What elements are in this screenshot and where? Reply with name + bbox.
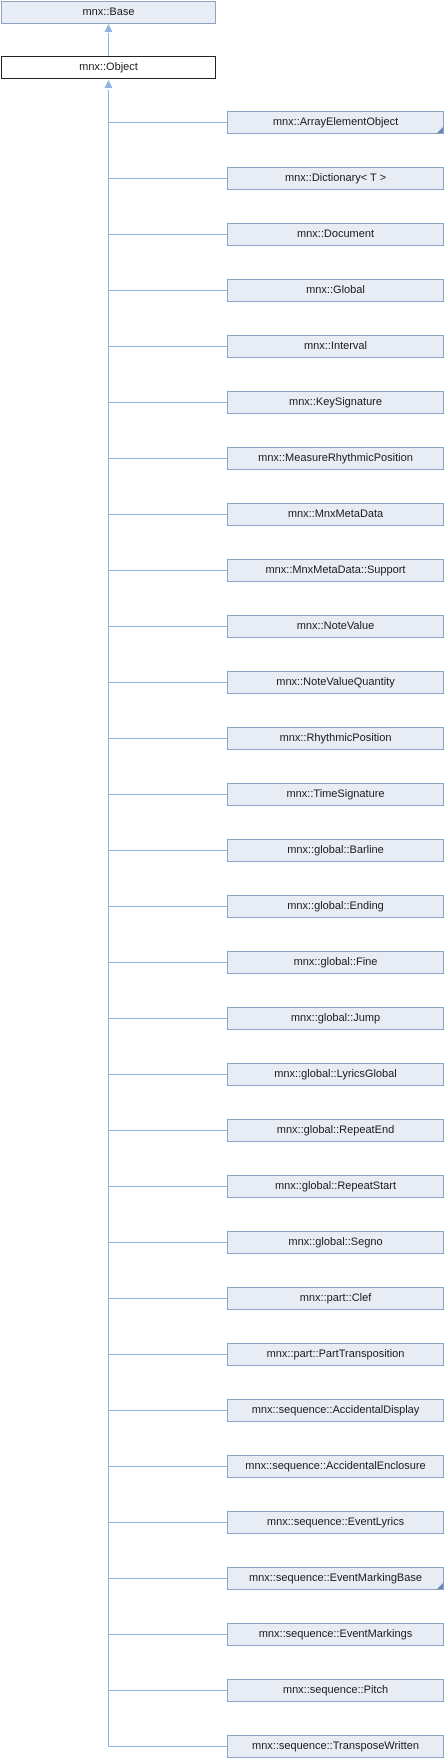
derived-class-label: mnx::global::RepeatEnd — [276, 1124, 395, 1136]
derived-class-node[interactable]: mnx::sequence::AccidentalEnclosure — [227, 1455, 444, 1478]
derived-class-node[interactable]: mnx::NoteValueQuantity — [227, 671, 444, 694]
derived-class-node[interactable]: mnx::global::Barline — [227, 839, 444, 862]
derived-class-node[interactable]: mnx::Dictionary< T > — [227, 167, 444, 190]
derived-class-node[interactable]: mnx::global::RepeatStart — [227, 1175, 444, 1198]
derived-class-label: mnx::MeasureRhythmicPosition — [258, 452, 413, 464]
current-class-node: mnx::Object — [1, 56, 216, 79]
derived-class-label: mnx::sequence::EventLyrics — [266, 1516, 405, 1528]
derived-class-node[interactable]: mnx::global::Fine — [227, 951, 444, 974]
derived-class-node[interactable]: mnx::KeySignature — [227, 391, 444, 414]
derived-class-label: mnx::sequence::AccidentalDisplay — [251, 1404, 420, 1416]
derived-class-node[interactable]: mnx::part::PartTransposition — [227, 1343, 444, 1366]
derived-class-label: mnx::global::Ending — [287, 900, 384, 912]
derived-class-label: mnx::RhythmicPosition — [279, 732, 392, 744]
derived-class-label: mnx::global::Barline — [287, 844, 384, 856]
derived-class-node[interactable]: mnx::sequence::AccidentalDisplay — [227, 1399, 444, 1422]
derived-class-node[interactable]: mnx::ArrayElementObject — [227, 111, 444, 134]
derived-class-label: mnx::Global — [306, 284, 365, 296]
derived-class-label: mnx::Interval — [304, 340, 367, 352]
derived-class-label: mnx::NoteValueQuantity — [276, 676, 395, 688]
derived-class-label: mnx::part::PartTransposition — [266, 1348, 405, 1360]
base-inheritance-arrow — [104, 24, 113, 32]
derived-class-node[interactable]: mnx::part::Clef — [227, 1287, 444, 1310]
derived-class-label: mnx::global::RepeatStart — [274, 1180, 397, 1192]
derived-class-label: mnx::global::Jump — [290, 1012, 381, 1024]
derived-class-node[interactable]: mnx::RhythmicPosition — [227, 727, 444, 750]
derived-class-node[interactable]: mnx::sequence::Pitch — [227, 1679, 444, 1702]
derived-class-label: mnx::NoteValue — [296, 620, 375, 632]
object-inheritance-arrow — [104, 80, 113, 88]
derived-class-node[interactable]: mnx::global::LyricsGlobal — [227, 1063, 444, 1086]
derived-class-node[interactable]: mnx::TimeSignature — [227, 783, 444, 806]
derived-class-label: mnx::TimeSignature — [286, 788, 385, 800]
connector-layer — [104, 24, 227, 1747]
current-class-label: mnx::Object — [79, 61, 138, 73]
derived-class-node[interactable]: mnx::sequence::EventMarkings — [227, 1623, 444, 1646]
derived-class-label: mnx::sequence::Pitch — [282, 1684, 389, 1696]
derived-class-label: mnx::sequence::TransposeWritten — [252, 1740, 419, 1752]
base-class-label: mnx::Base — [82, 6, 135, 18]
base-class-node[interactable]: mnx::Base — [1, 1, 216, 24]
derived-class-node[interactable]: mnx::global::Segno — [227, 1231, 444, 1254]
derived-class-label: mnx::part::Clef — [299, 1292, 372, 1304]
derived-class-label: mnx::MnxMetaData::Support — [265, 564, 406, 576]
derived-class-node[interactable]: mnx::Interval — [227, 335, 444, 358]
derived-class-label: mnx::sequence::EventMarkingBase — [248, 1572, 423, 1584]
derived-class-node[interactable]: mnx::global::Jump — [227, 1007, 444, 1030]
derived-class-node[interactable]: mnx::sequence::EventMarkingBase — [227, 1567, 444, 1590]
derived-class-node[interactable]: mnx::Document — [227, 223, 444, 246]
derived-class-label: mnx::MnxMetaData — [287, 508, 384, 520]
derived-class-label: mnx::global::Segno — [288, 1236, 383, 1248]
derived-class-node[interactable]: mnx::Global — [227, 279, 444, 302]
derived-class-node[interactable]: mnx::sequence::TransposeWritten — [227, 1735, 444, 1758]
derived-class-node[interactable]: mnx::MnxMetaData — [227, 503, 444, 526]
derived-class-label: mnx::Dictionary< T > — [284, 172, 387, 184]
inheritance-diagram: mnx::Base mnx::Object mnx::ArrayElementO… — [0, 0, 444, 1760]
derived-class-label: mnx::global::LyricsGlobal — [274, 1068, 397, 1080]
derived-class-node[interactable]: mnx::sequence::EventLyrics — [227, 1511, 444, 1534]
derived-class-label: mnx::ArrayElementObject — [272, 116, 399, 128]
derived-class-node[interactable]: mnx::NoteValue — [227, 615, 444, 638]
derived-class-label: mnx::KeySignature — [289, 396, 382, 408]
derived-class-label: mnx::sequence::EventMarkings — [258, 1628, 413, 1640]
derived-class-label: mnx::Document — [296, 228, 375, 240]
derived-class-label: mnx::global::Fine — [293, 956, 378, 968]
derived-class-node[interactable]: mnx::global::Ending — [227, 895, 444, 918]
derived-class-node[interactable]: mnx::MeasureRhythmicPosition — [227, 447, 444, 470]
derived-class-node[interactable]: mnx::global::RepeatEnd — [227, 1119, 444, 1142]
derived-class-label: mnx::sequence::AccidentalEnclosure — [245, 1460, 426, 1472]
derived-class-node[interactable]: mnx::MnxMetaData::Support — [227, 559, 444, 582]
